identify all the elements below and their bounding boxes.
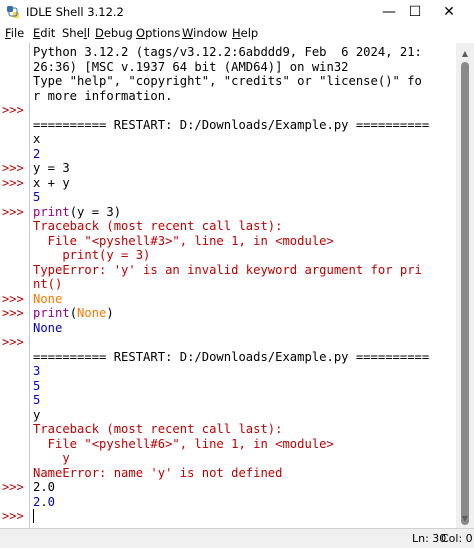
shell-line: 5: [33, 190, 41, 204]
shell-prompt: >>>: [2, 175, 24, 190]
shell-line: NameError: name 'y' is not defined: [33, 465, 283, 480]
shell-prompt: >>>: [2, 306, 24, 320]
shell-prompt: >>>: [2, 509, 24, 523]
shell-line: None: [33, 291, 63, 306]
shell-line: 5: [33, 378, 41, 393]
menu-bar: File Edit Shell Debug Options Window Help: [0, 24, 474, 43]
shell-line: ========== RESTART: D:/Downloads/Example…: [33, 349, 430, 364]
menu-file[interactable]: File: [5, 26, 24, 40]
shell-line: Traceback (most recent call last):: [33, 219, 283, 233]
menu-debug[interactable]: Debug: [95, 26, 133, 40]
shell-line: x + y: [33, 175, 70, 190]
shell-line: y = 3: [33, 161, 70, 175]
scroll-down-icon[interactable]: ▼: [456, 510, 474, 526]
shell-line: print(None): [33, 306, 114, 320]
close-icon: ✕: [443, 4, 455, 20]
shell-line: y: [33, 407, 41, 422]
maximize-icon: ☐: [408, 4, 422, 20]
shell-line: 3: [33, 364, 41, 378]
shell-line: Python 3.12.2 (tags/v3.12.2:6abddd9, Feb…: [33, 45, 422, 59]
menu-edit[interactable]: Edit: [33, 26, 55, 40]
window-title: IDLE Shell 3.12.2: [26, 5, 124, 19]
minimize-icon: —: [382, 4, 396, 20]
close-button[interactable]: ✕: [432, 0, 466, 24]
shell-line: print(y = 3): [33, 204, 122, 219]
shell-prompt: >>>: [2, 103, 24, 117]
shell-prompt: >>>: [2, 161, 24, 175]
shell-line: 2.0: [33, 494, 56, 509]
shell-prompt: >>>: [2, 204, 24, 219]
vertical-scrollbar[interactable]: ▲ ▼: [456, 43, 474, 528]
title-bar: IDLE Shell 3.12.2 — ☐ ✕: [0, 0, 474, 24]
column-number: Col: 0: [441, 532, 473, 545]
text-cursor: [33, 509, 34, 523]
shell-line: r more information.: [33, 88, 173, 103]
shell-line: Type "help", "copyright", "credits" or "…: [33, 74, 422, 88]
shell-line: 5: [33, 393, 41, 407]
prompt-sidebar: >>> >>> >>> >>> >>> >>> >>> >>> >>>: [0, 43, 29, 528]
menu-help[interactable]: Help: [232, 26, 258, 40]
shell-line: 2: [33, 146, 41, 161]
scrollbar-thumb[interactable]: [461, 62, 469, 525]
shell-line: ========== RESTART: D:/Downloads/Example…: [33, 117, 430, 132]
shell-prompt: >>>: [2, 335, 24, 349]
shell-prompt: >>>: [2, 291, 24, 306]
python-idle-icon: [7, 6, 19, 18]
shell-prompt: >>>: [2, 480, 24, 494]
shell-line: None: [33, 320, 63, 335]
shell-line: nt(): [33, 277, 63, 291]
shell-line: File "<pyshell#3>", line 1, in <module>: [33, 233, 334, 248]
menu-options[interactable]: Options: [136, 26, 180, 40]
shell-line: x: [33, 132, 41, 146]
shell-line: Traceback (most recent call last):: [33, 422, 283, 436]
shell-line: File "<pyshell#6>", line 1, in <module>: [33, 436, 334, 451]
shell-line: y: [33, 451, 70, 465]
shell-text-area[interactable]: Python 3.12.2 (tags/v3.12.2:6abddd9, Feb…: [30, 43, 456, 528]
shell-line: TypeError: 'y' is an invalid keyword arg…: [33, 262, 422, 277]
scroll-up-icon[interactable]: ▲: [456, 45, 474, 61]
menu-shell[interactable]: Shell: [62, 26, 90, 40]
maximize-button[interactable]: ☐: [398, 0, 432, 24]
shell-line: 26:36) [MSC v.1937 64 bit (AMD64)] on wi…: [33, 59, 349, 74]
menu-window[interactable]: Window: [182, 26, 227, 40]
status-bar: Ln: 30 Col: 0: [0, 528, 474, 548]
shell-line: print(y = 3): [33, 248, 151, 262]
shell-line: 2.0: [33, 480, 56, 494]
